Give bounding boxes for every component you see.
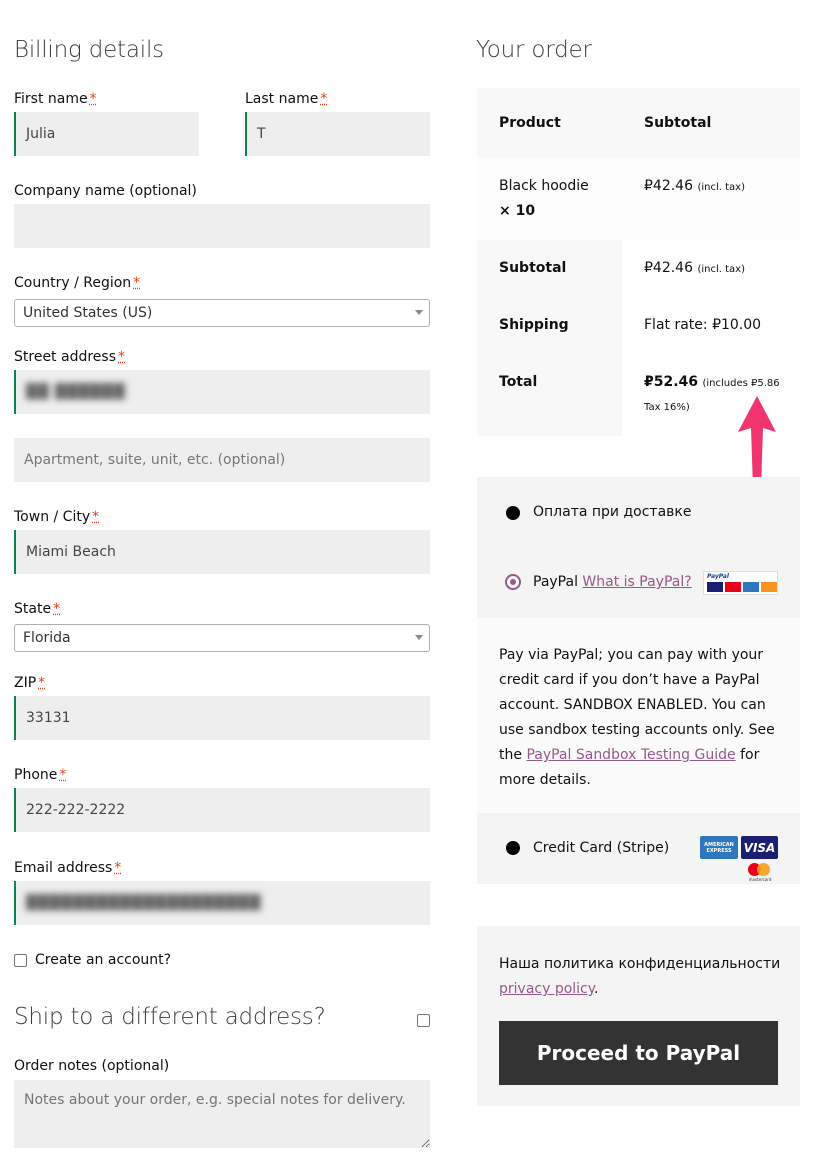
- paypal-cards-badge: PayPal: [703, 571, 778, 595]
- item-name: Black hoodie: [499, 178, 589, 194]
- state-select[interactable]: Florida: [14, 624, 430, 652]
- phone-input[interactable]: 222-222-2222: [14, 788, 430, 832]
- email-input[interactable]: ████████████████████: [14, 881, 430, 925]
- zip-input[interactable]: 33131: [14, 696, 430, 740]
- stripe-label[interactable]: Credit Card (Stripe): [533, 840, 669, 856]
- city-label: Town / City *: [14, 509, 100, 525]
- total-label: Total: [499, 374, 538, 390]
- paypal-sandbox-guide-link[interactable]: PayPal Sandbox Testing Guide: [526, 747, 735, 763]
- order-item-row: [477, 158, 800, 240]
- item-price: ₽42.46 (incl. tax): [644, 178, 745, 194]
- mastercard-icon: mastercard: [746, 862, 774, 882]
- state-label: State *: [14, 601, 61, 617]
- first-name-input[interactable]: Julia: [14, 112, 199, 156]
- visa-icon: VISA: [741, 836, 778, 859]
- shipping-label: Shipping: [499, 317, 569, 333]
- last-name-input[interactable]: T: [245, 112, 430, 156]
- shipping-value: Flat rate: ₽10.00: [644, 317, 762, 333]
- email-label: Email address *: [14, 860, 122, 876]
- ship-different-heading: Ship to a different address?: [14, 1004, 326, 1030]
- phone-label: Phone *: [14, 767, 67, 783]
- zip-label: ZIP *: [14, 675, 46, 691]
- stripe-radio[interactable]: [506, 841, 520, 855]
- ship-different-checkbox[interactable]: [417, 1014, 430, 1027]
- city-input[interactable]: Miami Beach: [14, 530, 430, 574]
- paypal-label[interactable]: PayPal What is PayPal?: [533, 574, 692, 590]
- subtotal-label: Subtotal: [499, 260, 567, 276]
- chevron-down-icon: [415, 635, 423, 640]
- paypal-radio[interactable]: [505, 574, 521, 590]
- street-label: Street address *: [14, 349, 125, 365]
- street-address-2-input[interactable]: Apartment, suite, unit, etc. (optional): [14, 438, 430, 482]
- cod-radio[interactable]: [506, 506, 520, 520]
- amex-icon: AMERICAN EXPRESS: [700, 836, 738, 859]
- paypal-description: Pay via PayPal; you can pay with your cr…: [499, 647, 775, 788]
- create-account-checkbox[interactable]: [14, 954, 27, 967]
- create-account-label[interactable]: Create an account?: [35, 952, 171, 968]
- country-select[interactable]: United States (US): [14, 299, 430, 327]
- billing-heading: Billing details: [14, 37, 164, 63]
- item-qty: × 10: [499, 203, 536, 219]
- col-subtotal-header: Subtotal: [644, 115, 712, 131]
- privacy-text: Наша политика конфиденциальности privacy…: [499, 956, 781, 997]
- total-tax-note: Tax 16%): [644, 402, 690, 413]
- subtotal-value: ₽42.46 (incl. tax): [644, 260, 745, 276]
- order-notes-label: Order notes (optional): [14, 1058, 170, 1074]
- country-label: Country / Region *: [14, 275, 141, 291]
- proceed-to-paypal-button[interactable]: Proceed to PayPal: [499, 1021, 778, 1085]
- total-value: ₽52.46 (includes ₽5.86: [644, 374, 780, 390]
- cod-label[interactable]: Оплата при доставке: [533, 504, 691, 520]
- last-name-label: Last name *: [245, 91, 328, 107]
- company-input[interactable]: [14, 204, 430, 248]
- what-is-paypal-link[interactable]: What is PayPal?: [582, 574, 691, 590]
- company-label: Company name (optional): [14, 183, 197, 199]
- order-notes-textarea[interactable]: [14, 1080, 430, 1148]
- col-product-header: Product: [499, 115, 561, 131]
- privacy-policy-link[interactable]: privacy policy: [499, 981, 594, 997]
- first-name-label: First name *: [14, 91, 97, 107]
- arrow-up-icon: [738, 396, 776, 488]
- street-address-input[interactable]: ██ ██████: [14, 370, 430, 414]
- order-heading: Your order: [476, 37, 592, 63]
- chevron-down-icon: [415, 310, 423, 315]
